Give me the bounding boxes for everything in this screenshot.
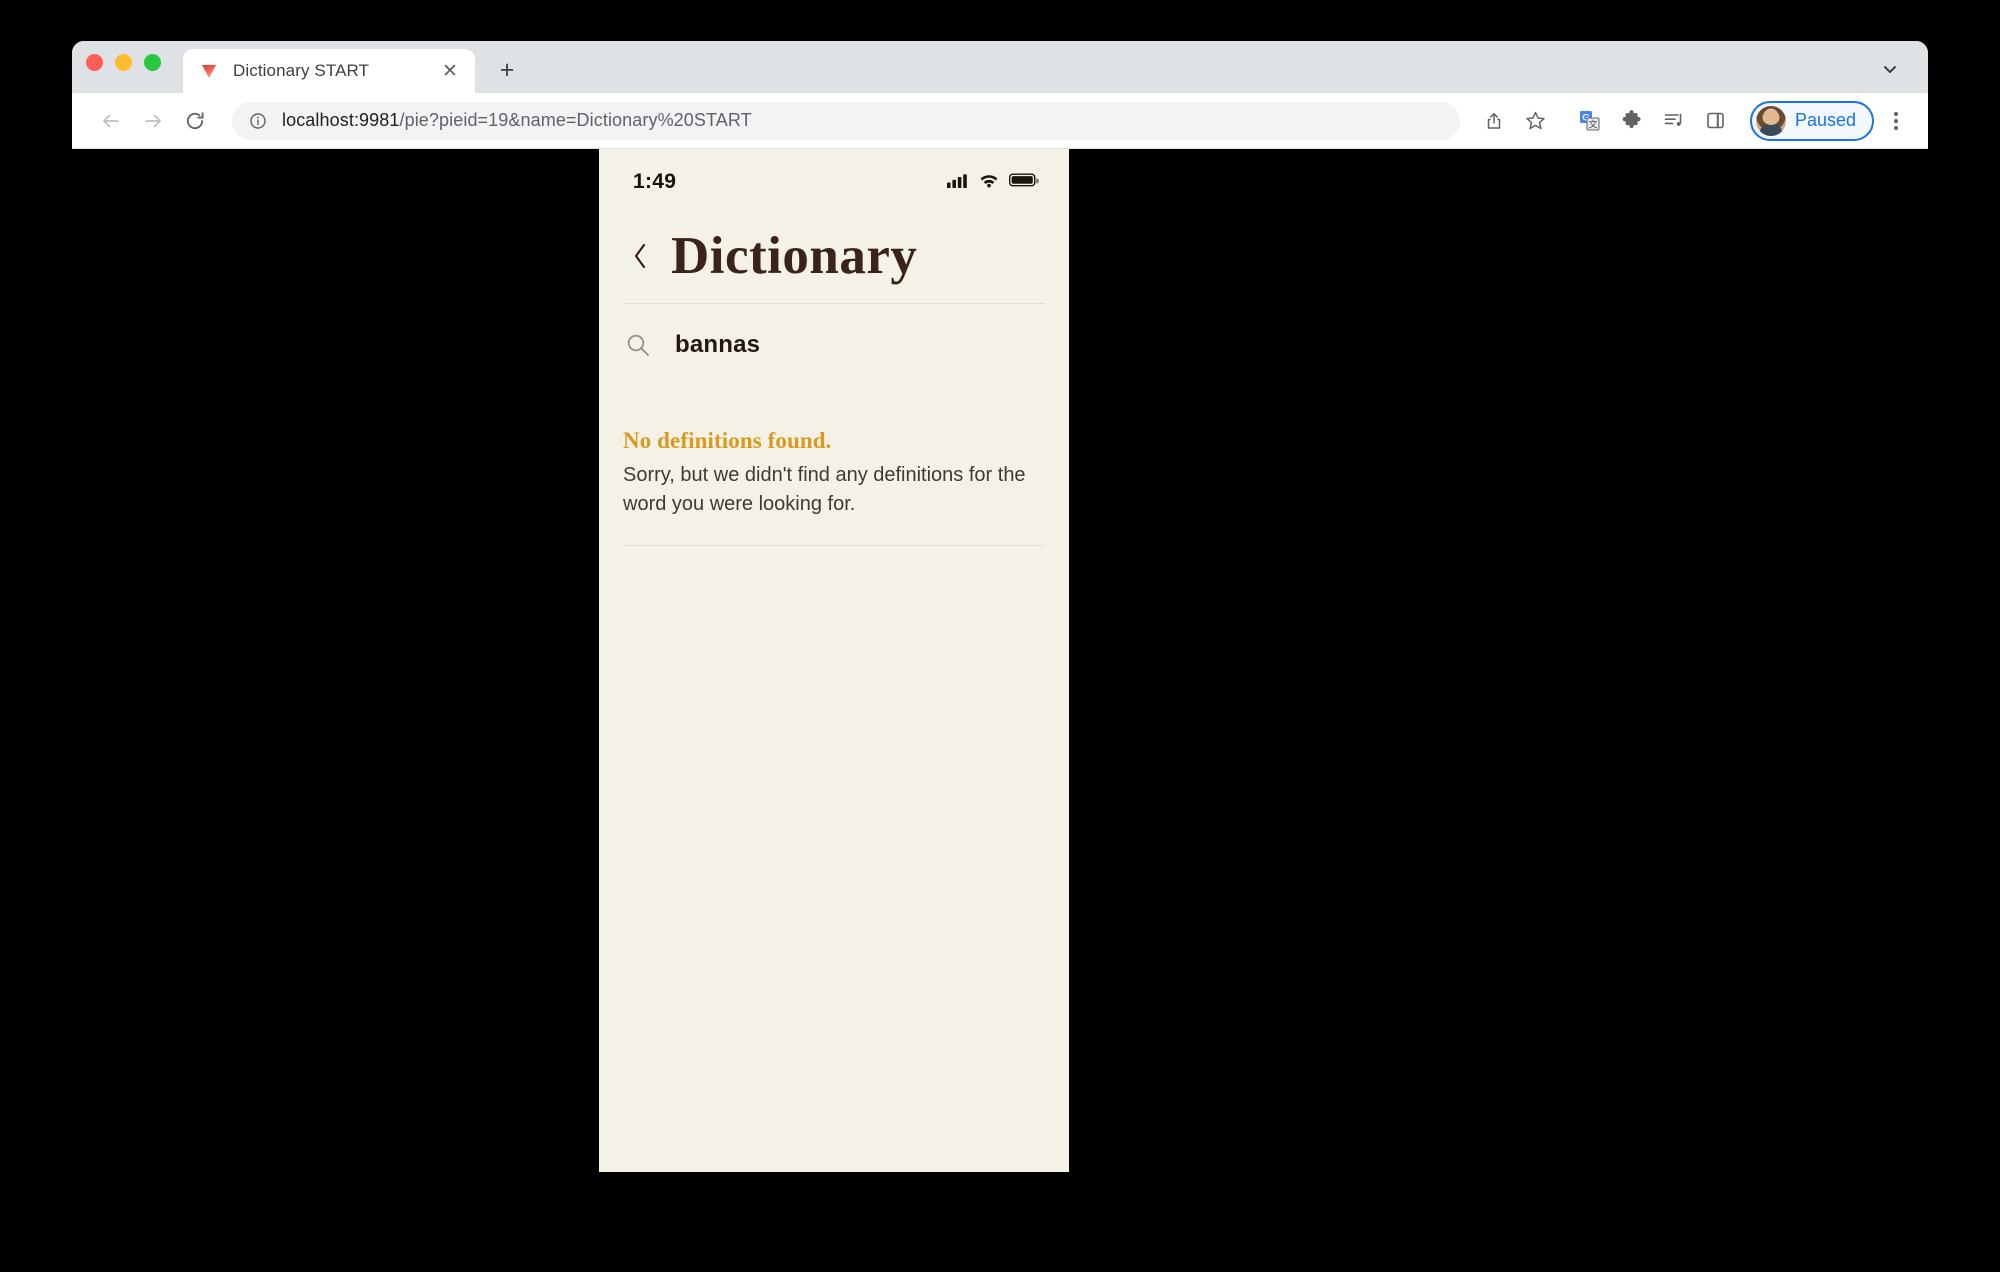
avatar xyxy=(1756,106,1786,136)
toolbar-actions: G 文 xyxy=(1474,101,1736,141)
bookmark-star-icon[interactable] xyxy=(1516,101,1556,141)
address-bar-url: localhost:9981/pie?pieid=19&name=Diction… xyxy=(282,110,752,131)
back-button[interactable] xyxy=(90,100,132,142)
browser-tab[interactable]: Dictionary START ✕ xyxy=(183,49,475,93)
result-divider xyxy=(623,545,1045,546)
tab-strip: Dictionary START ✕ + xyxy=(72,41,1928,93)
forward-button[interactable] xyxy=(132,100,174,142)
no-results-heading: No definitions found. xyxy=(623,428,1045,454)
search-icon xyxy=(623,330,653,360)
result-block: No definitions found. Sorry, but we didn… xyxy=(599,360,1069,546)
search-input[interactable]: bannas xyxy=(675,331,760,359)
tab-title: Dictionary START xyxy=(233,61,437,81)
address-bar[interactable]: localhost:9981/pie?pieid=19&name=Diction… xyxy=(232,102,1460,140)
three-dot-menu-icon[interactable] xyxy=(1878,101,1914,141)
extensions-puzzle-icon[interactable] xyxy=(1612,101,1652,141)
battery-full-icon xyxy=(1009,172,1039,193)
minimize-window-button[interactable] xyxy=(115,54,132,71)
browser-window: Dictionary START ✕ + xyxy=(72,41,1928,1172)
chevron-down-icon[interactable] xyxy=(1870,49,1910,89)
info-circle-icon[interactable] xyxy=(248,111,268,131)
media-playlist-icon[interactable] xyxy=(1654,101,1694,141)
menu-dot xyxy=(1894,126,1898,130)
google-translate-icon[interactable]: G 文 xyxy=(1570,101,1610,141)
search-row[interactable]: bannas xyxy=(599,304,1069,360)
page-viewport: 1:49 xyxy=(72,149,1928,1172)
close-window-button[interactable] xyxy=(86,54,103,71)
status-bar-time: 1:49 xyxy=(633,170,676,194)
profile-chip[interactable]: Paused xyxy=(1750,101,1874,141)
no-results-message: Sorry, but we didn't find any definition… xyxy=(623,461,1043,518)
red-triangle-icon xyxy=(199,61,219,81)
reload-button[interactable] xyxy=(174,100,216,142)
mobile-app-frame: 1:49 xyxy=(599,149,1069,1172)
maximize-window-button[interactable] xyxy=(144,54,161,71)
share-icon[interactable] xyxy=(1474,101,1514,141)
page-title: Dictionary xyxy=(671,227,917,285)
status-bar-icons xyxy=(947,172,1039,193)
mobile-status-bar: 1:49 xyxy=(599,149,1069,205)
menu-dot xyxy=(1894,112,1898,116)
profile-status-label: Paused xyxy=(1795,110,1856,131)
cellular-signal-icon xyxy=(947,172,969,193)
address-bar-path: /pie?pieid=19&name=Dictionary%20START xyxy=(400,110,752,130)
menu-dot xyxy=(1894,119,1898,123)
chevron-left-icon[interactable] xyxy=(623,240,657,272)
new-tab-button[interactable]: + xyxy=(487,50,527,90)
browser-toolbar: localhost:9981/pie?pieid=19&name=Diction… xyxy=(72,93,1928,149)
wifi-icon xyxy=(978,172,1000,193)
traffic-lights xyxy=(86,41,161,93)
app-header: Dictionary xyxy=(599,205,1069,285)
svg-text:文: 文 xyxy=(1589,119,1598,130)
side-panel-icon[interactable] xyxy=(1696,101,1736,141)
address-bar-host: localhost:9981 xyxy=(282,110,400,130)
close-tab-button[interactable]: ✕ xyxy=(437,58,463,84)
